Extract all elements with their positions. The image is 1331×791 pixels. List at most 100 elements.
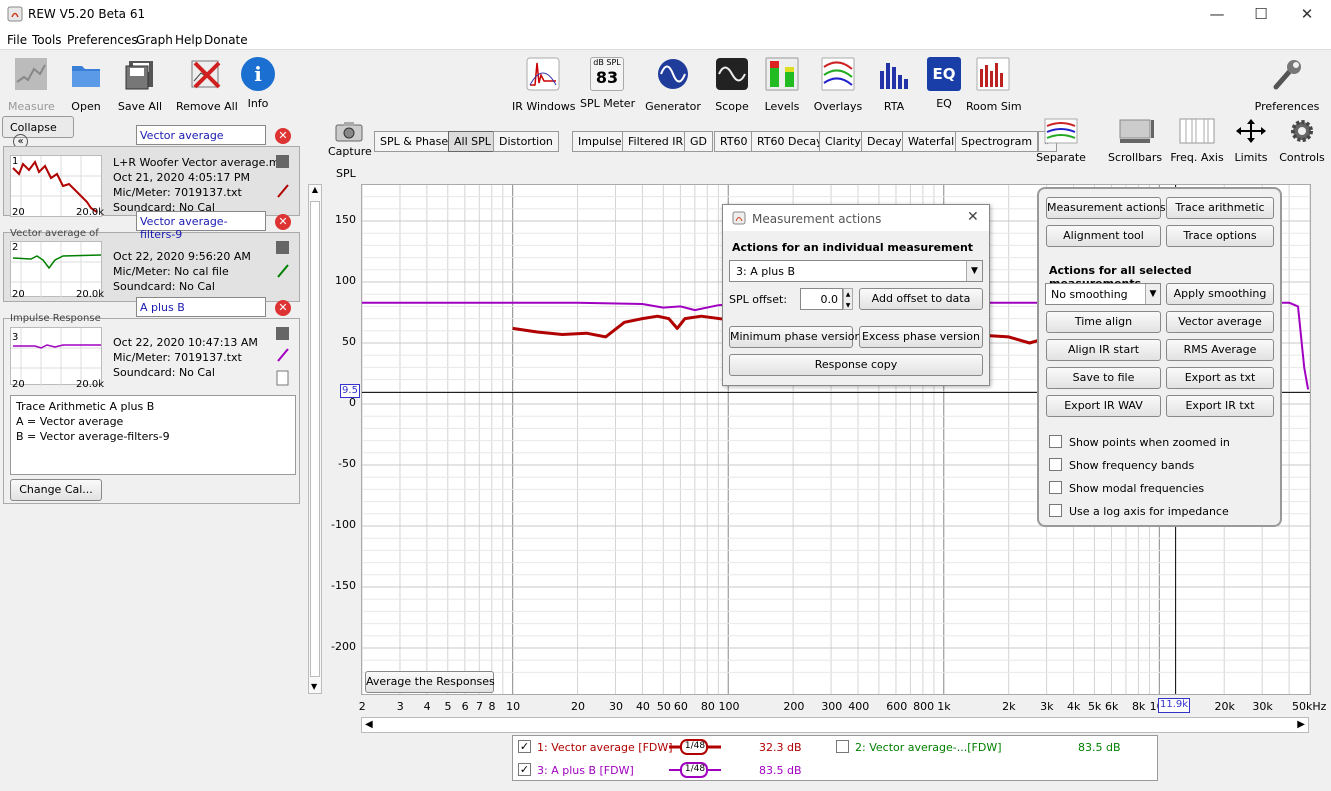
menu-file[interactable]: File xyxy=(7,33,27,47)
scroll-thumb[interactable] xyxy=(310,201,320,677)
add-offset-button[interactable]: Add offset to data xyxy=(859,288,983,310)
scroll-right-icon[interactable]: ▶ xyxy=(1297,719,1305,730)
legend-2-label[interactable]: 2: Vector average-...[FDW] xyxy=(855,741,1002,754)
change-cal-button[interactable]: Change Cal... xyxy=(10,479,102,501)
trace-color-3-icon[interactable] xyxy=(277,348,289,362)
collapse-button[interactable]: Collapse « xyxy=(2,116,74,149)
room-sim-button[interactable]: Room Sim xyxy=(966,57,1022,113)
legend-3-label[interactable]: 3: A plus B [FDW] xyxy=(537,764,634,777)
freq-axis-button[interactable]: Freq. Axis xyxy=(1170,118,1224,164)
average-responses-button[interactable]: Average the Responses xyxy=(365,671,495,693)
save-measurement-1-icon[interactable] xyxy=(276,155,289,168)
alignment-tool-button[interactable]: Alignment tool xyxy=(1046,225,1161,247)
response-copy-button[interactable]: Response copy xyxy=(729,354,983,376)
smoothing-arrow-icon[interactable]: ▼ xyxy=(1145,284,1160,304)
remove-measurement-1-icon[interactable]: ✕ xyxy=(275,128,291,144)
remove-measurement-2-icon[interactable]: ✕ xyxy=(275,214,291,230)
graph-controls-panel[interactable]: Measurement actions Trace arithmetic Ali… xyxy=(1037,187,1282,527)
measure-button[interactable]: Measure xyxy=(8,57,55,113)
trace-color-2-icon[interactable] xyxy=(277,264,289,278)
align-ir-start-button[interactable]: Align IR start xyxy=(1046,339,1161,361)
levels-button[interactable]: Levels xyxy=(762,57,802,113)
time-align-button[interactable]: Time align xyxy=(1046,311,1161,333)
spl-offset-input[interactable]: 0.0 xyxy=(800,288,843,310)
scroll-left-icon[interactable]: ◀ xyxy=(365,719,373,730)
tab-7[interactable]: RT60 Decay xyxy=(751,131,829,152)
overlays-button[interactable]: Overlays xyxy=(812,57,864,113)
ir-windows-button[interactable]: IR Windows xyxy=(512,57,576,113)
measurement-actions-button[interactable]: Measurement actions xyxy=(1046,197,1166,219)
info-button[interactable]: i Info xyxy=(240,57,276,110)
scrollbars-button[interactable]: Scrollbars xyxy=(1108,118,1162,164)
measurement-actions-dialog[interactable]: Measurement actions ✕ Actions for an ind… xyxy=(722,204,990,386)
show-bands-checkbox[interactable] xyxy=(1049,458,1062,471)
save-to-file-button[interactable]: Save to file xyxy=(1046,367,1161,389)
dialog-close-icon[interactable]: ✕ xyxy=(967,209,979,225)
vector-average-button[interactable]: Vector average xyxy=(1166,311,1274,333)
show-points-checkbox[interactable] xyxy=(1049,435,1062,448)
legend-2-checkbox[interactable] xyxy=(836,740,849,753)
tab-3[interactable]: Impulse xyxy=(572,131,628,152)
minimize-button[interactable]: — xyxy=(1194,0,1240,30)
menu-help[interactable]: Help xyxy=(175,33,202,47)
measurement-name-field-3[interactable]: A plus B xyxy=(136,297,266,317)
eq-button[interactable]: EQ EQ xyxy=(926,57,962,110)
tab-9[interactable]: Decay xyxy=(861,131,908,152)
menu-tools[interactable]: Tools xyxy=(32,33,62,47)
tab-11[interactable]: Spectrogram xyxy=(955,131,1039,152)
measurement-card-3[interactable]: Impulse Response 3 20 20.0k Oct 22, 2020… xyxy=(3,313,300,504)
measurement-name-field-2[interactable]: Vector average-filters-9 xyxy=(136,211,266,241)
export-txt-button[interactable]: Export as txt xyxy=(1166,367,1274,389)
minimum-phase-button[interactable]: Minimum phase version xyxy=(729,326,861,348)
export-ir-txt-button[interactable]: Export IR txt xyxy=(1166,395,1274,417)
menu-donate[interactable]: Donate xyxy=(204,33,248,47)
measurement-card-2[interactable]: Vector average of 2 20 20.0k Oct 22, 202… xyxy=(3,228,300,302)
scroll-up-icon[interactable]: ▲ xyxy=(309,185,321,194)
tab-5[interactable]: GD xyxy=(684,131,713,152)
spl-offset-spinner[interactable]: ▲ ▼ xyxy=(843,288,853,310)
open-button[interactable]: Open xyxy=(64,57,108,113)
export-ir-wav-button[interactable]: Export IR WAV xyxy=(1046,395,1161,417)
maximize-button[interactable]: ☐ xyxy=(1238,0,1284,30)
tab-0[interactable]: SPL & Phase xyxy=(374,131,455,152)
measurement-name-field-1[interactable]: Vector average xyxy=(136,125,266,145)
excess-phase-button[interactable]: Excess phase version xyxy=(859,326,983,348)
legend-1-label[interactable]: 1: Vector average [FDW] xyxy=(537,741,673,754)
rta-button[interactable]: RTA xyxy=(876,57,912,113)
spl-meter-button[interactable]: dB SPL 83 SPL Meter xyxy=(580,57,635,110)
graph-horizontal-scrollbar[interactable]: ◀ ▶ xyxy=(361,717,1309,733)
tab-1[interactable]: All SPL xyxy=(448,131,497,152)
trace-options-button[interactable]: Trace options xyxy=(1166,225,1274,247)
trace-arithmetic-button[interactable]: Trace arithmetic xyxy=(1166,197,1274,219)
tab-2[interactable]: Distortion xyxy=(493,131,559,152)
save-measurement-3-icon[interactable] xyxy=(276,327,289,340)
graph-vertical-scrollbar[interactable]: ▲ ▼ xyxy=(308,184,322,694)
tab-4[interactable]: Filtered IR xyxy=(622,131,690,152)
controls-button[interactable]: Controls xyxy=(1278,118,1326,164)
measurement-select[interactable]: 3: A plus B ▼ xyxy=(729,260,983,282)
close-window-button[interactable]: ✕ xyxy=(1284,0,1330,30)
legend-3-checkbox[interactable]: ✓ xyxy=(518,763,531,776)
notes-icon[interactable] xyxy=(276,370,289,386)
save-measurement-2-icon[interactable] xyxy=(276,241,289,254)
capture-button[interactable]: Capture xyxy=(328,120,372,158)
trace-color-1-icon[interactable] xyxy=(277,184,289,198)
log-impedance-checkbox[interactable] xyxy=(1049,504,1062,517)
scope-button[interactable]: Scope xyxy=(712,57,752,113)
separate-button[interactable]: Separate xyxy=(1036,118,1086,164)
measurement-card-1[interactable]: 1 20 20.0k L+R Woofer Vector average.md … xyxy=(3,146,300,218)
remove-measurement-3-icon[interactable]: ✕ xyxy=(275,300,291,316)
legend-1-checkbox[interactable]: ✓ xyxy=(518,740,531,753)
measurement-notes[interactable]: Trace Arithmetic A plus B A = Vector ave… xyxy=(10,395,296,475)
menu-preferences[interactable]: Preferences xyxy=(67,33,138,47)
rms-average-button[interactable]: RMS Average xyxy=(1166,339,1274,361)
limits-button[interactable]: Limits xyxy=(1232,118,1270,164)
select-arrow-icon[interactable]: ▼ xyxy=(966,261,982,281)
scroll-down-icon[interactable]: ▼ xyxy=(311,682,317,691)
tab-8[interactable]: Clarity xyxy=(819,131,867,152)
preferences-button[interactable]: Preferences xyxy=(1254,57,1320,113)
show-modal-checkbox[interactable] xyxy=(1049,481,1062,494)
menu-graph[interactable]: Graph xyxy=(136,33,173,47)
smoothing-select[interactable]: No smoothing ▼ xyxy=(1045,283,1161,305)
apply-smoothing-button[interactable]: Apply smoothing xyxy=(1166,283,1274,305)
